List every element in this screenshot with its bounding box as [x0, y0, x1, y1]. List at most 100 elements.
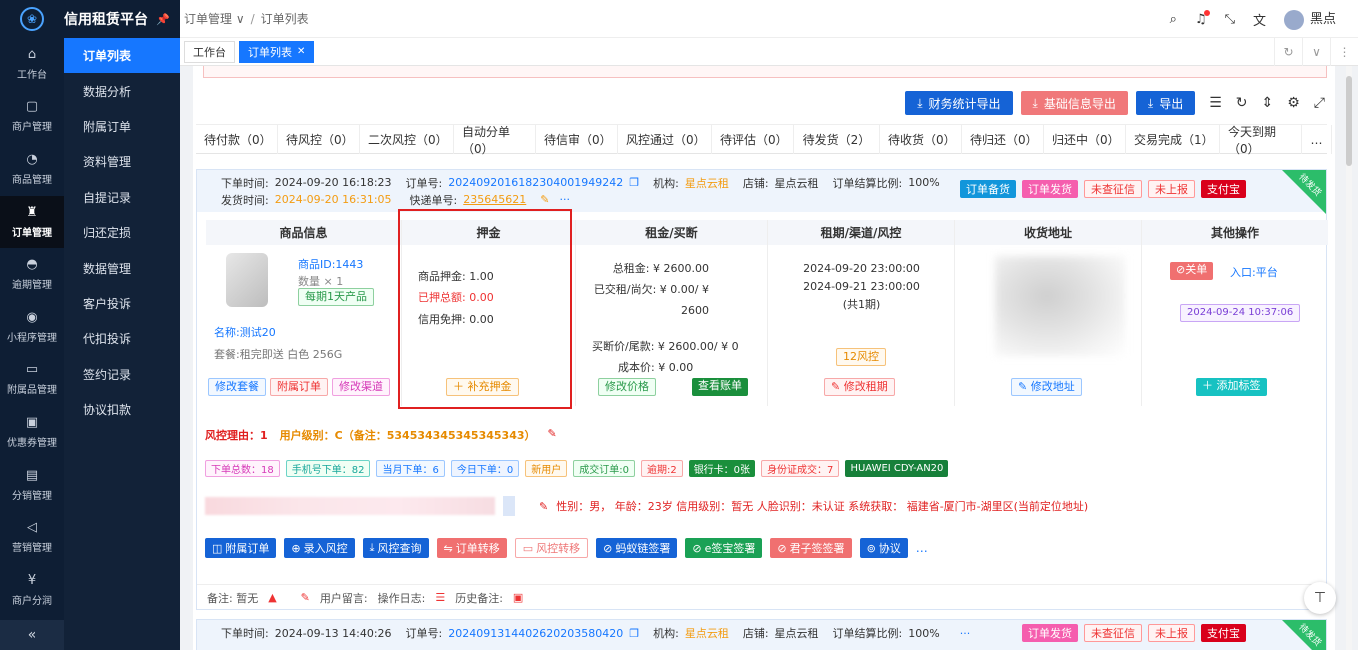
refresh-icon[interactable]: ↻ [1236, 95, 1248, 111]
submenu-item-4[interactable]: 自提记录 [64, 180, 180, 215]
risk-transfer-button[interactable]: ▭ 风控转移 [514, 538, 589, 558]
submenu-item-0[interactable]: 订单列表 [64, 38, 180, 74]
close-icon[interactable]: ✕ [297, 46, 305, 57]
status-tab-8[interactable]: 待收货（0） [880, 125, 962, 154]
rail-item-2[interactable]: ◔ 商品管理 [0, 143, 64, 196]
translate-icon[interactable]: 文 [1253, 10, 1266, 29]
submenu-item-3[interactable]: 资料管理 [64, 144, 180, 179]
rail-item-9[interactable]: ◁ 营销管理 [0, 511, 64, 564]
rail-item-4[interactable]: ◓ 逾期管理 [0, 248, 64, 301]
antchain-sign-button[interactable]: ⊘ 蚂蚁链签署 [596, 538, 678, 558]
more-actions[interactable]: … [916, 541, 928, 555]
finance-export-button[interactable]: ⤓ 财务统计导出 [905, 91, 1013, 115]
sub-order-action-button[interactable]: ◫ 附属订单 [205, 538, 277, 558]
esign-button[interactable]: ⊘ e签宝签署 [685, 538, 763, 558]
badge-report[interactable]: 未上报 [1148, 180, 1195, 198]
tab-order-list[interactable]: 订单列表 ✕ [239, 40, 315, 63]
order-number-link[interactable]: 20240913144026202035804​20 [448, 627, 623, 640]
close-order-button[interactable]: ⊘关单 [1170, 262, 1214, 280]
column-height-icon[interactable]: ⇕ [1262, 95, 1274, 111]
status-tab-13[interactable]: … [1302, 125, 1332, 154]
fullscreen-icon[interactable]: ⤡ [1225, 12, 1235, 27]
more-icon[interactable]: ··· [559, 193, 570, 206]
rail-item-10[interactable]: ¥ 商户分润 [0, 564, 64, 617]
product-image[interactable] [226, 253, 268, 307]
edit-price-button[interactable]: 修改价格 [598, 378, 656, 396]
status-tab-0[interactable]: 待付款（0） [196, 125, 278, 154]
risk-tag[interactable]: 12风控 [836, 348, 886, 366]
user-menu[interactable]: 黑点 [1283, 8, 1336, 30]
fullscreen-icon[interactable]: ⤢ [1314, 95, 1325, 111]
bell-icon[interactable]: ♫ [1195, 9, 1210, 27]
sub-order-button[interactable]: 附属订单 [270, 378, 328, 396]
edit-icon[interactable]: ✎ [540, 193, 549, 206]
submenu-item-8[interactable]: 代扣投诉 [64, 321, 180, 356]
status-tab-3[interactable]: 自动分单（0） [454, 125, 536, 156]
rail-item-7[interactable]: ▣ 优惠券管理 [0, 406, 64, 459]
agreement-button[interactable]: ⊚ 协议 [859, 538, 908, 558]
breadcrumb-order-manage[interactable]: 订单管理 [184, 12, 232, 26]
edit-address-button[interactable]: ✎ 修改地址 [1011, 378, 1082, 396]
rail-item-8[interactable]: ▤ 分销管理 [0, 459, 64, 512]
order-transfer-button[interactable]: ⇋ 订单转移 [436, 538, 507, 558]
submenu-item-9[interactable]: 签约记录 [64, 357, 180, 392]
view-bill-button[interactable]: 查看账单 [692, 378, 748, 396]
status-tab-7[interactable]: 待发货（2） [794, 125, 880, 154]
status-tab-5[interactable]: 风控通过（0） [618, 125, 712, 154]
badge-credit[interactable]: 未查征信 [1084, 180, 1142, 198]
badge-credit[interactable]: 未查征信 [1084, 624, 1142, 642]
status-tab-4[interactable]: 待信审（0） [536, 125, 618, 154]
refresh-icon[interactable]: ↻ [1274, 38, 1302, 66]
rail-item-3[interactable]: ♜ 订单管理 [0, 195, 64, 249]
risk-query-button[interactable]: ⤓ 风控查询 [362, 538, 429, 558]
submenu-item-1[interactable]: 数据分析 [64, 73, 180, 108]
status-tab-11[interactable]: 交易完成（1） [1126, 125, 1220, 154]
submenu-item-6[interactable]: 数据管理 [64, 250, 180, 285]
submenu-item-10[interactable]: 协议扣款 [64, 392, 180, 427]
status-tab-6[interactable]: 待评估（0） [712, 125, 794, 154]
badge-ship[interactable]: 订单发货 [1022, 624, 1078, 642]
list-icon[interactable]: ☰ [435, 591, 445, 604]
submenu-item-7[interactable]: 客户投诉 [64, 286, 180, 321]
edit-channel-button[interactable]: 修改渠道 [332, 378, 390, 396]
add-tag-button[interactable]: ＋ 添加标签 [1196, 378, 1267, 396]
status-tab-10[interactable]: 归还中（0） [1044, 125, 1126, 154]
badge-ship[interactable]: 订单发货 [1022, 180, 1078, 198]
submenu-item-5[interactable]: 归还定损 [64, 215, 180, 250]
pin-icon[interactable]: 📌 [156, 13, 170, 26]
rail-item-6[interactable]: ▭ 附属品管理 [0, 354, 64, 407]
badge-report[interactable]: 未上报 [1148, 624, 1195, 642]
edit-icon[interactable]: ✎ [548, 427, 557, 443]
chevron-down-icon[interactable]: ∨ [1302, 38, 1330, 66]
rail-item-0[interactable]: ⌂ 工作台 [0, 38, 64, 91]
density-icon[interactable]: ☰ [1209, 95, 1222, 111]
edit-period-button[interactable]: ✎ 修改租期 [824, 378, 895, 396]
edit-icon[interactable]: ✎ [539, 500, 548, 513]
express-number-link[interactable]: 235645621 [463, 193, 526, 206]
copy-icon[interactable]: ❐ [629, 627, 639, 640]
scrollbar[interactable] [1346, 66, 1352, 650]
edit-icon[interactable]: ✎ [301, 591, 310, 604]
status-tab-9[interactable]: 待归还（0） [962, 125, 1044, 154]
basic-info-export-button[interactable]: ⤓ 基础信息导出 [1020, 91, 1128, 115]
caret-up-icon[interactable]: ▲ [268, 591, 276, 604]
tab-workbench[interactable]: 工作台 [184, 40, 235, 63]
rail-item-1[interactable]: ▢ 商户管理 [0, 91, 64, 144]
status-tab-2[interactable]: 二次风控（0） [360, 125, 454, 154]
more-icon[interactable]: ··· [960, 627, 971, 640]
settings-icon[interactable]: ⚙ [1287, 95, 1300, 111]
enter-risk-button[interactable]: ⊕ 录入风控 [284, 538, 355, 558]
search-icon[interactable]: ⌕ [1170, 12, 1177, 27]
export-button[interactable]: ⤓ 导出 [1135, 91, 1196, 115]
junziqian-sign-button[interactable]: ⊘ 君子签签署 [770, 538, 852, 558]
copy-icon[interactable]: ❐ [629, 176, 639, 189]
order-number-link[interactable]: 20240920161823040019492​42 [448, 176, 623, 189]
status-tab-1[interactable]: 待风控（0） [278, 125, 360, 154]
submenu-item-2[interactable]: 附属订单 [64, 109, 180, 144]
collapse-menu-button[interactable]: « [0, 620, 64, 650]
badge-stock[interactable]: 订单备货 [960, 180, 1016, 198]
edit-package-button[interactable]: 修改套餐 [208, 378, 266, 396]
rail-item-5[interactable]: ◉ 小程序管理 [0, 301, 64, 354]
status-tab-12[interactable]: 今天到期（0） [1220, 125, 1302, 156]
more-icon[interactable]: ⋮ [1330, 38, 1358, 66]
